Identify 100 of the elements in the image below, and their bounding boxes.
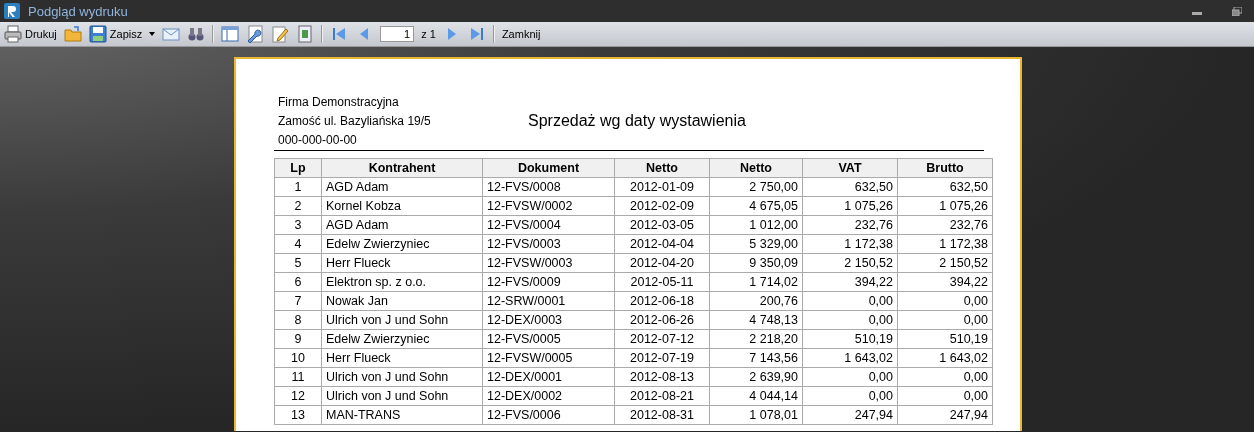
table-cell: 394,22: [897, 272, 993, 292]
table-cell: 2 639,90: [709, 367, 803, 387]
table-cell: 0,00: [802, 386, 898, 406]
table-cell: Ulrich von J und Sohn: [321, 310, 483, 330]
save-button[interactable]: Zapisz: [88, 25, 143, 43]
table-cell: 12-FVS/0009: [482, 272, 615, 292]
table-cell: 12-FVS/0006: [482, 405, 615, 425]
page-number-field[interactable]: 1: [380, 26, 415, 42]
table-cell: 3: [274, 215, 322, 235]
printer-icon[interactable]: [4, 25, 22, 43]
table-cell: 0,00: [897, 291, 993, 311]
column-header: Netto: [709, 158, 803, 178]
table-cell: 2012-07-12: [614, 329, 710, 349]
table-cell: 4 675,05: [709, 196, 803, 216]
table-cell: 12-FVS/0008: [482, 177, 615, 197]
table-cell: 1 012,00: [709, 215, 803, 235]
table-cell: AGD Adam: [321, 215, 483, 235]
table-cell: 1 172,38: [897, 234, 993, 254]
column-header: Kontrahent: [321, 158, 483, 178]
table-cell: 2 750,00: [709, 177, 803, 197]
table-cell: 5 329,00: [709, 234, 803, 254]
table-cell: 12-FVSW/0003: [482, 253, 615, 273]
table-cell: 2 218,20: [709, 329, 803, 349]
table-cell: 1 643,02: [802, 348, 898, 368]
table-cell: 510,19: [802, 329, 898, 349]
pencil-icon[interactable]: [271, 25, 290, 43]
table-cell: 2012-07-19: [614, 348, 710, 368]
table-cell: Edelw Zwierzyniec: [321, 234, 483, 254]
table-cell: 2012-08-21: [614, 386, 710, 406]
caret-icon[interactable]: [149, 32, 156, 36]
minimize-icon[interactable]: [1192, 12, 1202, 16]
table-cell: 1 643,02: [897, 348, 993, 368]
folder-icon[interactable]: [63, 25, 82, 43]
close-button[interactable]: Zamknij: [501, 28, 541, 40]
table-cell: 2012-02-09: [614, 196, 710, 216]
table-cell: 1 075,26: [897, 196, 993, 216]
table-cell: 4 748,13: [709, 310, 803, 330]
table-cell: 247,94: [897, 405, 993, 425]
table-cell: 1 714,02: [709, 272, 803, 292]
table-cell: 0,00: [802, 367, 898, 387]
table-cell: 12-FVSW/0002: [482, 196, 615, 216]
table-cell: Elektron sp. z o.o.: [321, 272, 483, 292]
table-cell: 9 350,09: [709, 253, 803, 273]
table-cell: 632,50: [897, 177, 993, 197]
table-cell: 2012-08-13: [614, 367, 710, 387]
column-header: Lp: [274, 158, 322, 178]
table-cell: 1 172,38: [802, 234, 898, 254]
restore-icon[interactable]: [1232, 6, 1242, 16]
window-icon[interactable]: [221, 25, 240, 43]
table-cell: 2012-03-05: [614, 215, 710, 235]
table-cell: 9: [274, 329, 322, 349]
table-cell: 247,94: [802, 405, 898, 425]
binoculars-icon[interactable]: [187, 25, 206, 43]
page-icon[interactable]: [296, 25, 315, 43]
table-cell: 13: [274, 405, 322, 425]
column-header: Dokument: [482, 158, 615, 178]
save-icon[interactable]: [88, 25, 107, 43]
table-cell: Kornel Kobza: [321, 196, 483, 216]
report-title: Sprzedaż wg daty wystawienia: [528, 112, 746, 130]
table-cell: 200,76: [709, 291, 803, 311]
table-cell: 2012-01-09: [614, 177, 710, 197]
table-cell: 1 075,26: [802, 196, 898, 216]
table-cell: MAN-TRANS: [321, 405, 483, 425]
table-cell: Nowak Jan: [321, 291, 483, 311]
table-cell: 232,76: [802, 215, 898, 235]
table-cell: 2 150,52: [897, 253, 993, 273]
table-cell: 12-FVS/0004: [482, 215, 615, 235]
envelope-icon[interactable]: [162, 25, 181, 43]
table-cell: 0,00: [802, 291, 898, 311]
company-info-line: 000-000-00-00: [278, 133, 358, 147]
table-cell: 10: [274, 348, 322, 368]
table-cell: 12-DEX/0001: [482, 367, 615, 387]
table-cell: 7: [274, 291, 322, 311]
table-cell: 2: [274, 196, 322, 216]
wrench-icon[interactable]: [246, 25, 265, 43]
table-cell: Ulrich von J und Sohn: [321, 386, 483, 406]
table-cell: 2012-06-26: [614, 310, 710, 330]
table-cell: 2012-08-31: [614, 405, 710, 425]
app-logo-icon: [4, 3, 20, 19]
page-count: z 1: [421, 28, 436, 40]
table-cell: 232,76: [897, 215, 993, 235]
table-cell: Herr Flueck: [321, 348, 483, 368]
table-cell: 12-DEX/0002: [482, 386, 615, 406]
table-cell: 7 143,56: [709, 348, 803, 368]
table-cell: Ulrich von J und Sohn: [321, 367, 483, 387]
column-header: Netto: [614, 158, 710, 178]
table-cell: 0,00: [897, 386, 993, 406]
table-cell: 4: [274, 234, 322, 254]
window-title: Podgląd wydruku: [28, 3, 128, 19]
table-cell: 12-FVS/0005: [482, 329, 615, 349]
table-cell: 394,22: [802, 272, 898, 292]
print-button[interactable]: Drukuj: [4, 25, 57, 43]
column-header: VAT: [802, 158, 898, 178]
table-cell: 12: [274, 386, 322, 406]
table-cell: 12-FVS/0003: [482, 234, 615, 254]
table-cell: 2012-06-18: [614, 291, 710, 311]
table-cell: 0,00: [897, 310, 993, 330]
table-cell: 4 044,14: [709, 386, 803, 406]
table-cell: 1 078,01: [709, 405, 803, 425]
table-cell: 2012-05-11: [614, 272, 710, 292]
